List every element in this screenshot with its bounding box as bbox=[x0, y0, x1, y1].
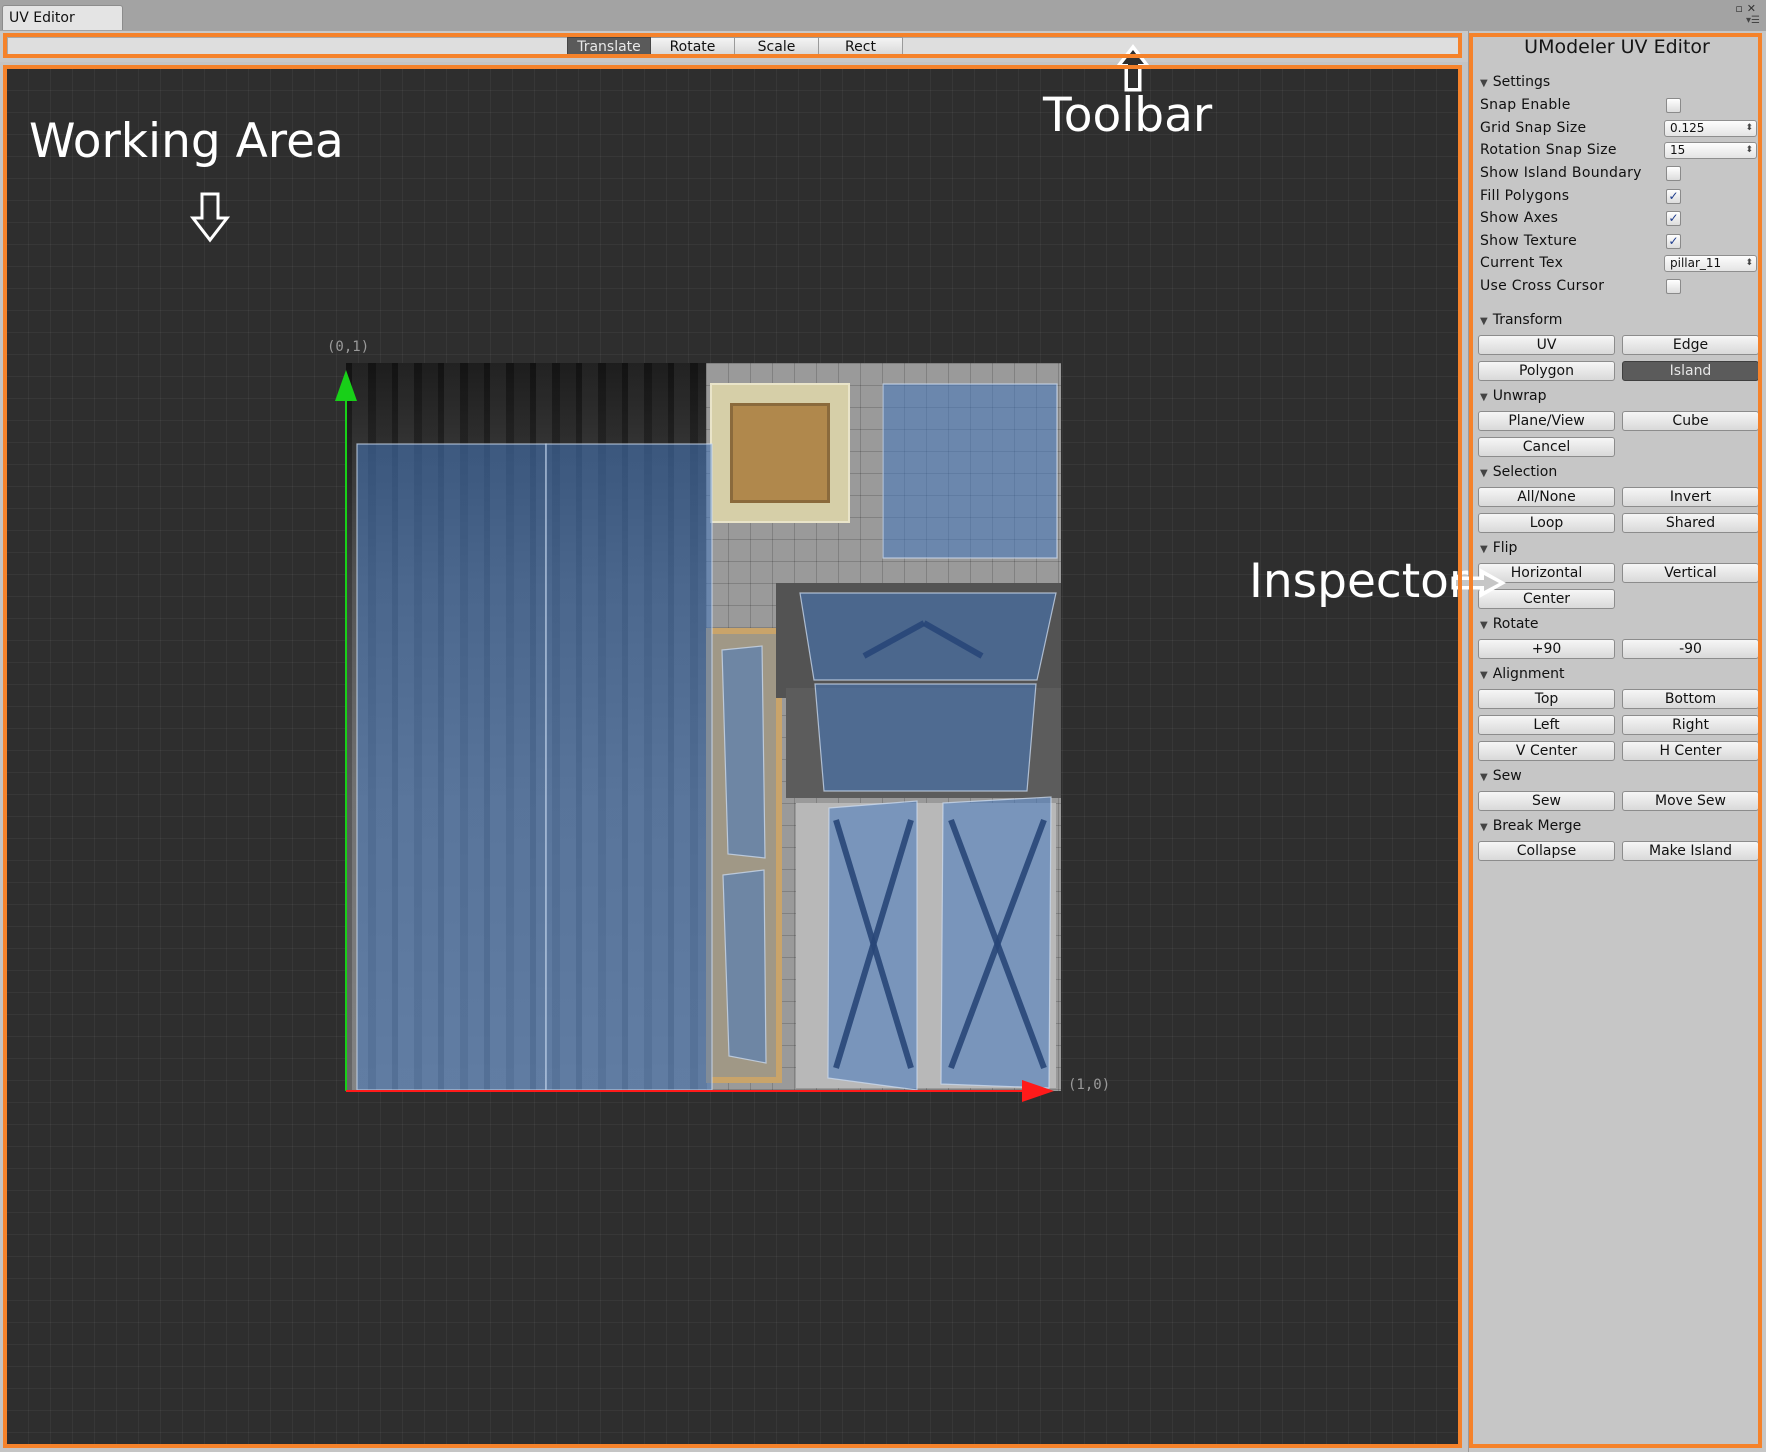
foldout-icon: ▼ bbox=[1480, 670, 1488, 681]
close-icon[interactable]: ✕ bbox=[1747, 2, 1760, 15]
move-sew-button[interactable]: Move Sew bbox=[1622, 791, 1759, 811]
up-arrow-icon bbox=[1114, 44, 1152, 92]
selection-all-none-button[interactable]: All/None bbox=[1478, 487, 1615, 507]
align-left-button[interactable]: Left bbox=[1478, 715, 1615, 735]
show-texture-checkbox[interactable]: ✓ bbox=[1666, 234, 1681, 249]
unwrap-header[interactable]: ▼ Unwrap bbox=[1480, 388, 1547, 404]
selection-loop-button[interactable]: Loop bbox=[1478, 513, 1615, 533]
transform-polygon-button[interactable]: Polygon bbox=[1478, 361, 1615, 381]
current-tex-label: Current Tex bbox=[1480, 255, 1564, 271]
inspector-annotation: Inspector bbox=[1249, 554, 1469, 609]
spinner-icon: ⬍ bbox=[1745, 123, 1753, 133]
uv-islands-layer bbox=[335, 370, 1058, 1102]
sew-button[interactable]: Sew bbox=[1478, 791, 1615, 811]
y-axis-arrow-icon bbox=[335, 370, 357, 401]
foldout-icon: ▼ bbox=[1480, 468, 1488, 479]
break-merge-header[interactable]: ▼ Break Merge bbox=[1480, 818, 1581, 834]
uv-island-band-1 bbox=[799, 592, 1057, 681]
rotation-snap-size-label: Rotation Snap Size bbox=[1480, 142, 1617, 158]
flip-vertical-button[interactable]: Vertical bbox=[1622, 563, 1759, 583]
rotate-header[interactable]: ▼ Rotate bbox=[1480, 616, 1539, 632]
uv-island-side-strip-1 bbox=[721, 645, 766, 859]
rotate-plus90-button[interactable]: +90 bbox=[1478, 639, 1615, 659]
rotation-snap-size-field[interactable]: 15 ⬍ bbox=[1664, 142, 1757, 159]
scale-tool-button[interactable]: Scale bbox=[735, 37, 819, 56]
show-island-boundary-label: Show Island Boundary bbox=[1480, 165, 1642, 181]
rect-tool-button[interactable]: Rect bbox=[819, 37, 903, 56]
window-tab-uv-editor[interactable]: UV Editor bbox=[2, 5, 123, 30]
translate-tool-button[interactable]: Translate bbox=[567, 37, 651, 56]
show-island-boundary-checkbox[interactable] bbox=[1666, 166, 1681, 181]
flip-header[interactable]: ▼ Flip bbox=[1480, 540, 1517, 556]
uv-island-side-strip-2 bbox=[722, 869, 767, 1064]
working-area-canvas[interactable]: (0,1) (1,0) Working Area Toolbar bbox=[6, 68, 1462, 1446]
axis-label-1-0: (1,0) bbox=[1068, 1077, 1111, 1093]
unwrap-plane-view-button[interactable]: Plane/View bbox=[1478, 411, 1615, 431]
align-bottom-button[interactable]: Bottom bbox=[1622, 689, 1759, 709]
rotate-minus90-button[interactable]: -90 bbox=[1622, 639, 1759, 659]
foldout-icon: ▼ bbox=[1480, 392, 1488, 403]
collapse-button[interactable]: Collapse bbox=[1478, 841, 1615, 861]
transform-uv-button[interactable]: UV bbox=[1478, 335, 1615, 355]
sew-header[interactable]: ▼ Sew bbox=[1480, 768, 1522, 784]
unwrap-cube-button[interactable]: Cube bbox=[1622, 411, 1759, 431]
uv-island-pillar-left bbox=[356, 443, 547, 1091]
align-h-center-button[interactable]: H Center bbox=[1622, 741, 1759, 761]
transform-island-button[interactable]: Island bbox=[1622, 361, 1759, 381]
inspector-title: UModeler UV Editor bbox=[1524, 36, 1710, 58]
transform-header[interactable]: ▼ Transform bbox=[1480, 312, 1562, 328]
snap-enable-checkbox[interactable] bbox=[1666, 98, 1681, 113]
selection-shared-button[interactable]: Shared bbox=[1622, 513, 1759, 533]
alignment-header[interactable]: ▼ Alignment bbox=[1480, 666, 1564, 682]
down-arrow-icon bbox=[190, 192, 230, 243]
working-area-annotation: Working Area bbox=[29, 114, 344, 169]
transform-edge-button[interactable]: Edge bbox=[1622, 335, 1759, 355]
selection-header[interactable]: ▼ Selection bbox=[1480, 464, 1557, 480]
foldout-icon: ▼ bbox=[1480, 772, 1488, 783]
align-v-center-button[interactable]: V Center bbox=[1478, 741, 1615, 761]
uv-island-top-square bbox=[882, 383, 1058, 559]
rotate-tool-button[interactable]: Rotate bbox=[651, 37, 735, 56]
fill-polygons-checkbox[interactable]: ✓ bbox=[1666, 189, 1681, 204]
show-axes-label: Show Axes bbox=[1480, 210, 1559, 226]
uv-island-band-2 bbox=[814, 683, 1037, 792]
current-tex-dropdown[interactable]: pillar_11 ⬍ bbox=[1664, 255, 1757, 272]
use-cross-cursor-checkbox[interactable] bbox=[1666, 279, 1681, 294]
toolbar-annotation: Toolbar bbox=[1043, 88, 1213, 143]
snap-enable-label: Snap Enable bbox=[1480, 97, 1571, 113]
align-top-button[interactable]: Top bbox=[1478, 689, 1615, 709]
uv-editor-window: UV Editor ▫✕ ▾☰ Translate Rotate Scale R… bbox=[0, 0, 1766, 1452]
show-axes-checkbox[interactable]: ✓ bbox=[1666, 211, 1681, 226]
maximize-icon[interactable]: ▫ bbox=[1735, 2, 1746, 15]
foldout-icon: ▼ bbox=[1480, 822, 1488, 833]
axis-label-0-1: (0,1) bbox=[327, 339, 370, 355]
grid-snap-size-label: Grid Snap Size bbox=[1480, 120, 1587, 136]
make-island-button[interactable]: Make Island bbox=[1622, 841, 1759, 861]
selection-invert-button[interactable]: Invert bbox=[1622, 487, 1759, 507]
window-menu-icon[interactable]: ▾☰ bbox=[1746, 15, 1760, 26]
show-texture-label: Show Texture bbox=[1480, 233, 1578, 249]
dropdown-icon: ⬍ bbox=[1745, 258, 1753, 268]
unwrap-cancel-button[interactable]: Cancel bbox=[1478, 437, 1615, 457]
use-cross-cursor-label: Use Cross Cursor bbox=[1480, 278, 1605, 294]
foldout-icon: ▼ bbox=[1480, 620, 1488, 631]
settings-header[interactable]: ▼ Settings bbox=[1480, 74, 1550, 90]
foldout-icon: ▼ bbox=[1480, 316, 1488, 327]
spinner-icon: ⬍ bbox=[1745, 145, 1753, 155]
window-titlebar bbox=[0, 0, 1766, 31]
fill-polygons-label: Fill Polygons bbox=[1480, 188, 1570, 204]
window-controls[interactable]: ▫✕ bbox=[1735, 2, 1760, 15]
right-arrow-icon bbox=[1451, 568, 1507, 598]
grid-snap-size-field[interactable]: 0.125 ⬍ bbox=[1664, 120, 1757, 137]
foldout-icon: ▼ bbox=[1480, 544, 1488, 555]
foldout-icon: ▼ bbox=[1480, 78, 1488, 89]
tool-mode-group: Translate Rotate Scale Rect bbox=[567, 37, 903, 56]
uv-island-pillar-right bbox=[545, 443, 713, 1091]
align-right-button[interactable]: Right bbox=[1622, 715, 1759, 735]
